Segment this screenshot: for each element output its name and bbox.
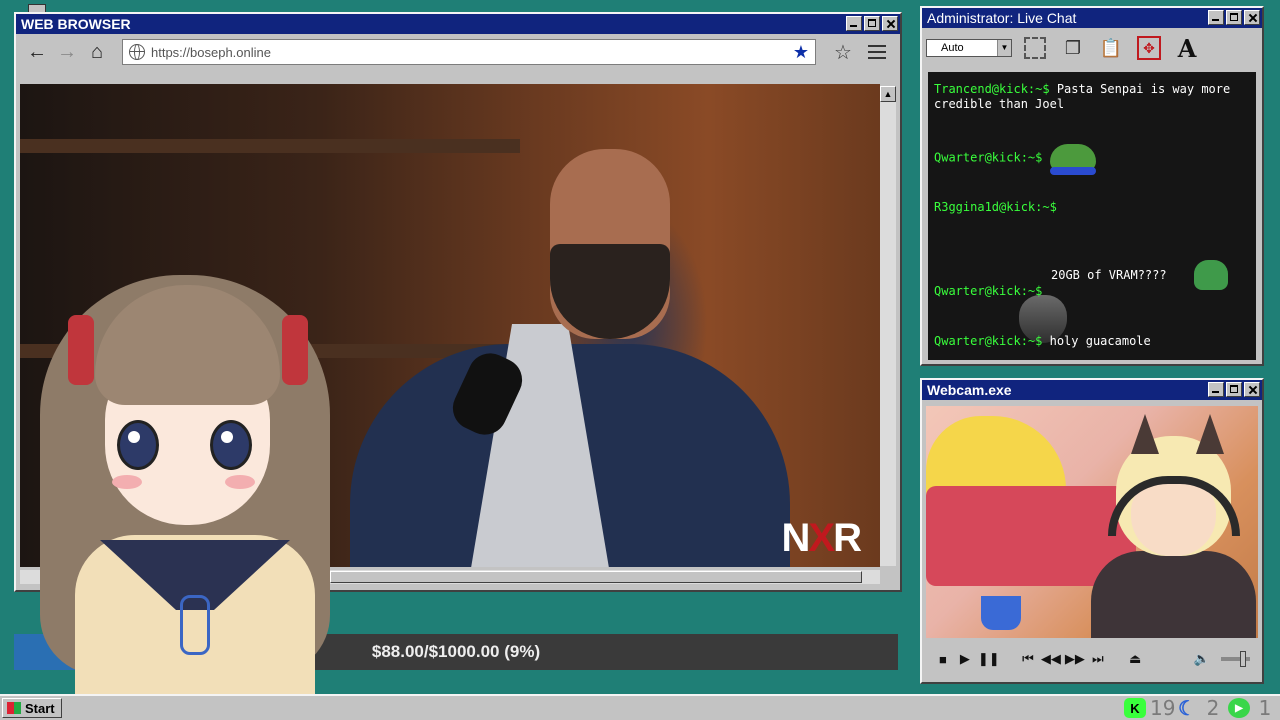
pepe-emote [1049, 144, 1096, 175]
chat-toolbar: Auto ▼ ❐ 📋 ✥ A [922, 28, 1262, 68]
close-button[interactable] [1244, 382, 1260, 397]
url-text: https://boseph.online [151, 44, 271, 60]
hair-ribbon [282, 315, 308, 385]
chat-message: Qwarter@kick:~$ [934, 284, 1252, 299]
eject-icon[interactable]: ⏏ [1126, 648, 1144, 670]
fast-forward-icon[interactable]: ▶▶ [1065, 648, 1085, 670]
live-chat-window: Administrator: Live Chat Auto ▼ ❐ 📋 ✥ A … [920, 6, 1264, 366]
bookmark-star-icon[interactable]: ☆ [828, 39, 858, 65]
system-tray: K 19 ☾ 2 ▶ 1 [1124, 696, 1276, 720]
webcam-title: Webcam.exe [927, 382, 1012, 398]
rewind-icon[interactable]: ◀◀ [1041, 648, 1061, 670]
minimize-button[interactable] [846, 16, 862, 31]
vtuber-avatar [20, 255, 350, 720]
minimize-button[interactable] [1208, 10, 1224, 25]
globe-icon [129, 44, 145, 60]
move-icon[interactable]: ✥ [1134, 33, 1164, 63]
maximize-button[interactable] [1226, 382, 1242, 397]
chat-message: R3ggina1d@kick:~$ [934, 200, 1252, 343]
start-label: Start [25, 700, 55, 716]
chat-username: Qwarter@kick:~$ [934, 150, 1043, 165]
hair-ribbon [68, 315, 94, 385]
webcam-feed [926, 406, 1258, 638]
forward-icon[interactable]: → [54, 39, 80, 65]
play-icon[interactable]: ▶ [956, 648, 974, 670]
chat-text: holy guacamole [1049, 334, 1151, 348]
chat-titlebar[interactable]: Administrator: Live Chat [922, 8, 1262, 28]
moon-count: 2 [1206, 696, 1220, 720]
chat-message: Trancend@kick:~$ Pasta Senpai is way mor… [934, 82, 1252, 112]
moon-icon[interactable]: ☾ [1176, 698, 1198, 720]
avatar-blush [112, 475, 142, 489]
copy-icon[interactable]: ❐ [1058, 33, 1088, 63]
bookmarked-star-icon[interactable]: ★ [793, 42, 809, 63]
close-button[interactable] [882, 16, 898, 31]
chat-username: R3ggina1d@kick:~$ [934, 200, 1057, 214]
play-icon[interactable]: ▶ [1228, 698, 1250, 718]
chat-message: Qwarter@kick:~$ [934, 144, 1252, 175]
paste-icon[interactable]: 📋 [1096, 33, 1126, 63]
minimize-button[interactable] [1208, 382, 1224, 397]
chevron-down-icon[interactable]: ▼ [997, 40, 1011, 56]
scroll-thumb[interactable] [330, 571, 862, 583]
vertical-scrollbar[interactable]: ▲ [880, 86, 896, 566]
chat-log[interactable]: Trancend@kick:~$ Pasta Senpai is way mor… [928, 72, 1258, 360]
chat-text: 20GB of VRAM???? [1051, 267, 1167, 282]
scroll-up-icon[interactable]: ▲ [880, 86, 896, 102]
webcam-window: Webcam.exe ■ ▶ ❚❚ ⏮ ◀◀ ▶▶ ⏭ ⏏ 🔈 [920, 378, 1264, 684]
window-controls [846, 16, 898, 31]
character-sweater [1091, 551, 1256, 638]
volume-slider[interactable] [1220, 651, 1250, 667]
webcam-titlebar[interactable]: Webcam.exe [922, 380, 1262, 400]
maximize-button[interactable] [864, 16, 880, 31]
avatar-blush [225, 475, 255, 489]
channel-logo: NXR [781, 516, 862, 560]
font-select-value: Auto [941, 42, 964, 54]
chat-username: Qwarter@kick:~$ [934, 284, 1043, 298]
address-bar[interactable]: https://boseph.online ★ [122, 39, 816, 65]
play-count: 1 [1258, 696, 1272, 720]
cat-ear [1196, 414, 1224, 454]
window-controls [1208, 10, 1260, 25]
chat-title: Administrator: Live Chat [927, 10, 1077, 26]
close-button[interactable] [1244, 10, 1260, 25]
avatar-eye [210, 420, 252, 470]
select-icon[interactable] [1020, 33, 1050, 63]
shelf [20, 139, 520, 153]
window-controls [1208, 382, 1260, 397]
home-icon[interactable]: ⌂ [84, 39, 110, 65]
chat-scrollbar[interactable] [1256, 72, 1260, 360]
cat-ear [1131, 414, 1159, 454]
mug [981, 596, 1021, 630]
font-select[interactable]: Auto ▼ [926, 39, 1012, 57]
font-icon[interactable]: A [1172, 33, 1202, 63]
browser-titlebar[interactable]: WEB BROWSER [16, 14, 900, 34]
volume-knob[interactable] [1240, 651, 1246, 667]
skip-back-icon[interactable]: ⏮ [1019, 648, 1037, 670]
menu-icon[interactable] [862, 39, 892, 65]
skip-forward-icon[interactable]: ⏭ [1089, 648, 1107, 670]
pause-icon[interactable]: ❚❚ [978, 648, 1000, 670]
kick-count: 19 [1150, 696, 1176, 720]
stop-icon[interactable]: ■ [934, 648, 952, 670]
sailor-bow [180, 595, 210, 655]
chat-message: Qwarter@kick:~$ holy guacamole [934, 334, 1252, 349]
volume-icon[interactable]: 🔈 [1193, 648, 1211, 670]
chat-username: Trancend@kick:~$ [934, 82, 1050, 96]
windows-logo-icon [7, 702, 21, 714]
kick-icon[interactable]: K [1124, 698, 1146, 718]
avatar-eye [117, 420, 159, 470]
browser-toolbar: ← → ⌂ https://boseph.online ★ ☆ [16, 34, 900, 70]
back-icon[interactable]: ← [24, 39, 50, 65]
taskbar: Start K 19 ☾ 2 ▶ 1 [0, 694, 1280, 720]
browser-title: WEB BROWSER [21, 16, 131, 32]
media-controls: ■ ▶ ❚❚ ⏮ ◀◀ ▶▶ ⏭ ⏏ 🔈 [926, 644, 1258, 674]
start-button[interactable]: Start [2, 698, 62, 718]
maximize-button[interactable] [1226, 10, 1242, 25]
chat-username: Qwarter@kick:~$ [934, 334, 1043, 348]
